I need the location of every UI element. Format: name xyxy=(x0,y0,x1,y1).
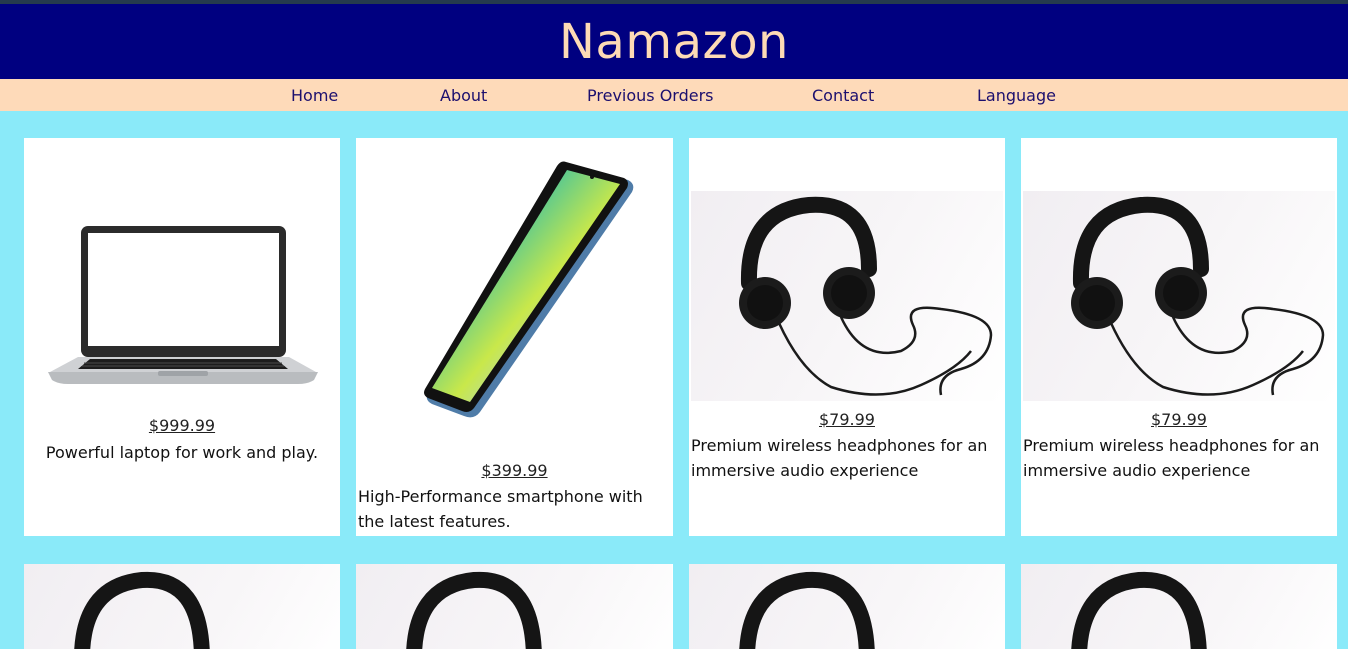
product-card-smartphone[interactable]: $399.99 High-Performance smartphone with… xyxy=(356,138,673,536)
nav-previous-orders[interactable]: Previous Orders xyxy=(587,86,714,105)
headphones-image[interactable] xyxy=(24,564,340,649)
product-price[interactable]: $999.99 xyxy=(24,416,340,435)
site-header: Namazon xyxy=(0,4,1348,79)
nav-home[interactable]: Home xyxy=(291,86,338,105)
headphones-image[interactable] xyxy=(689,564,1005,649)
headphones-image[interactable] xyxy=(691,191,1003,401)
main-nav: Home About Previous Orders Contact Langu… xyxy=(0,79,1348,111)
smartphone-image[interactable] xyxy=(420,160,640,422)
laptop-image[interactable] xyxy=(48,224,318,386)
headphones-image[interactable] xyxy=(1021,564,1337,649)
product-description: Powerful laptop for work and play. xyxy=(45,443,319,462)
nav-contact[interactable]: Contact xyxy=(812,86,874,105)
product-card-laptop[interactable]: $999.99 Powerful laptop for work and pla… xyxy=(24,138,340,536)
product-description: Premium wireless headphones for an immer… xyxy=(691,436,988,480)
product-card-headphones[interactable] xyxy=(689,564,1005,649)
product-description: High-Performance smartphone with the lat… xyxy=(358,487,643,531)
headphones-icon xyxy=(1071,571,1207,649)
nav-language[interactable]: Language xyxy=(977,86,1056,105)
site-title: Namazon xyxy=(559,13,789,70)
product-card-headphones[interactable] xyxy=(24,564,340,649)
headphones-image[interactable] xyxy=(1023,191,1335,401)
product-card-headphones[interactable] xyxy=(356,564,673,649)
headphones-icon xyxy=(74,571,210,649)
headphones-icon xyxy=(406,571,542,649)
product-price[interactable]: $79.99 xyxy=(689,410,1005,429)
headphones-icon xyxy=(739,571,875,649)
product-price[interactable]: $399.99 xyxy=(356,461,673,480)
nav-about[interactable]: About xyxy=(440,86,487,105)
product-card-headphones[interactable]: $79.99 Premium wireless headphones for a… xyxy=(689,138,1005,536)
headphones-icon xyxy=(1071,196,1325,396)
product-card-headphones[interactable]: $79.99 Premium wireless headphones for a… xyxy=(1021,138,1337,536)
headphones-icon xyxy=(739,196,993,396)
product-description: Premium wireless headphones for an immer… xyxy=(1023,436,1320,480)
product-card-headphones[interactable] xyxy=(1021,564,1337,649)
headphones-image[interactable] xyxy=(356,564,672,649)
product-price[interactable]: $79.99 xyxy=(1021,410,1337,429)
